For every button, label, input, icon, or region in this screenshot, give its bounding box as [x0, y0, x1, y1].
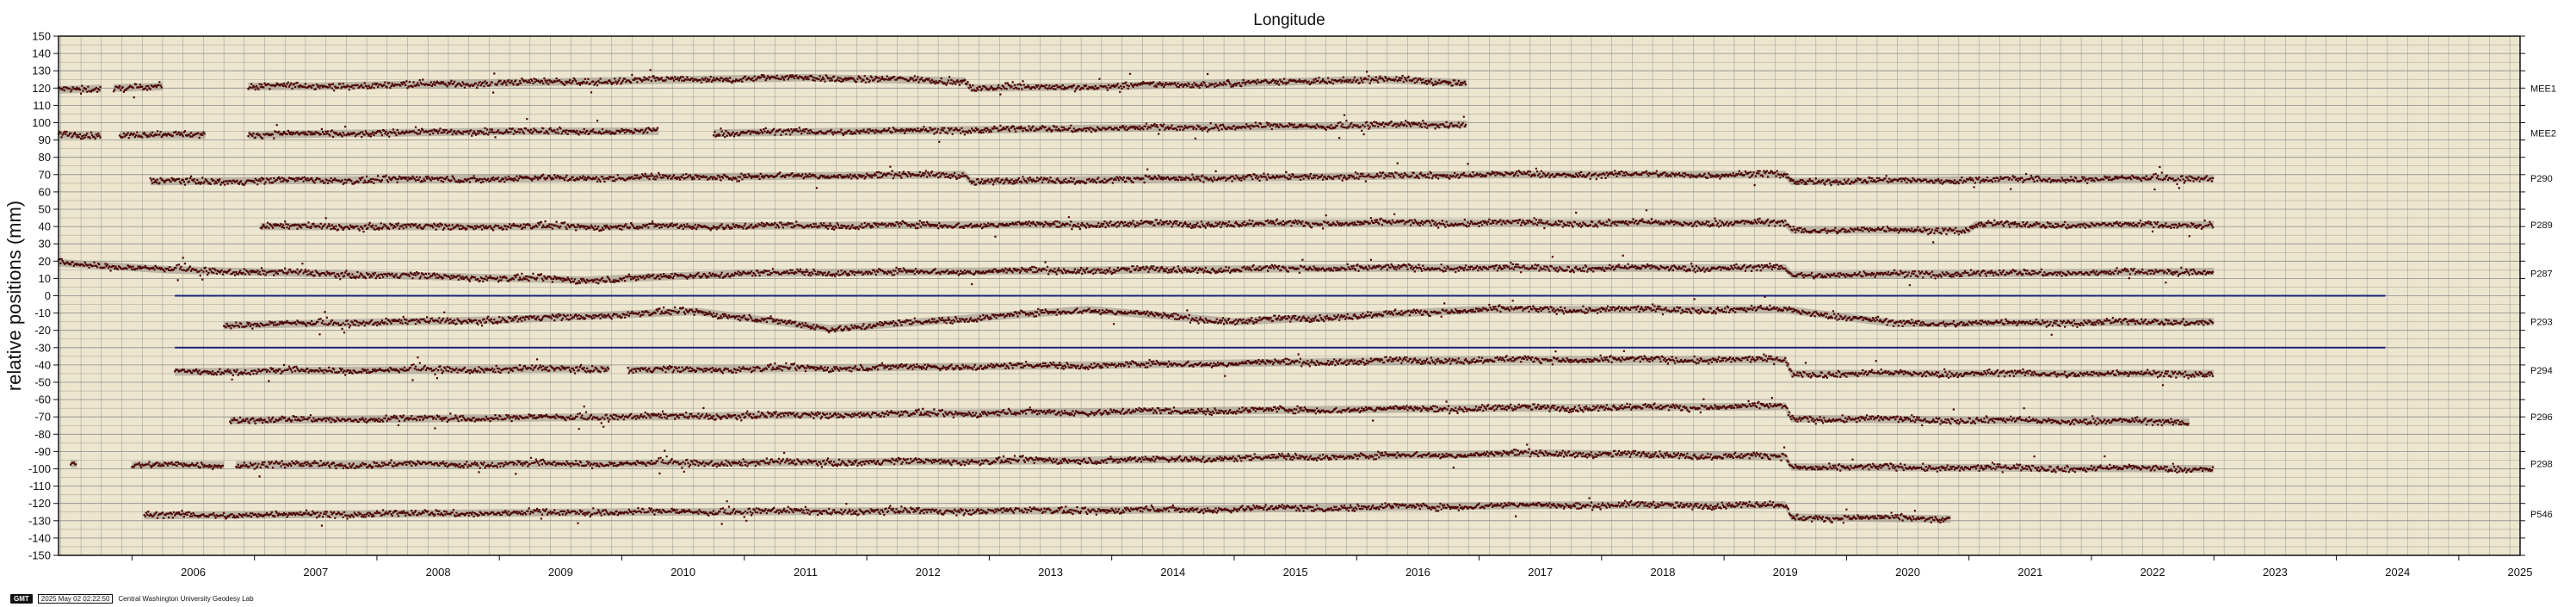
x-tick-label: 2013	[1038, 566, 1063, 579]
x-tick-label: 2022	[2140, 566, 2165, 579]
y-tick-label: 150	[32, 30, 51, 43]
x-tick-label: 2006	[181, 566, 206, 579]
gmt-logo: GMT	[10, 593, 33, 604]
site-label: P290	[2530, 174, 2553, 184]
footer: GMT 2025 May 02 02:22:50 Central Washing…	[10, 592, 254, 604]
x-tick-label: 2008	[426, 566, 451, 579]
x-tick-label: 2009	[548, 566, 573, 579]
y-tick-label: 40	[39, 220, 51, 233]
credit-text: Central Washington University Geodesy La…	[118, 594, 254, 603]
chart-title: Longitude	[1253, 11, 1325, 29]
x-tick-label: 2016	[1405, 566, 1430, 579]
y-tick-label: -70	[34, 411, 51, 424]
y-tick-label: 100	[32, 116, 51, 129]
y-tick-label: 10	[39, 272, 51, 285]
x-tick-label: 2012	[916, 566, 941, 579]
site-label: P289	[2530, 220, 2553, 231]
y-tick-label: 70	[39, 168, 51, 181]
y-tick-label: 130	[32, 65, 51, 77]
y-tick-label: -20	[34, 324, 51, 337]
y-tick-label: 120	[32, 82, 51, 95]
site-label: P298	[2530, 459, 2553, 469]
site-label: P296	[2530, 412, 2553, 423]
x-tick-label: 2007	[303, 566, 328, 579]
x-tick-label: 2024	[2385, 566, 2410, 579]
longitude-chart: MEE1 MEE2 P290 P289 P287 P293 P294 P296 P298 P546…	[3, 11, 2556, 579]
x-tick-label: 2010	[670, 566, 695, 579]
site-label: P546	[2530, 510, 2553, 520]
x-tick-label: 2020	[1895, 566, 1920, 579]
y-tick-label: -120	[28, 497, 51, 510]
y-tick-label: -50	[34, 376, 51, 389]
x-tick-label: 2017	[1528, 566, 1553, 579]
site-label: MEE2	[2530, 129, 2556, 139]
site-label: MEE1	[2530, 84, 2556, 94]
y-tick-label: -40	[34, 358, 51, 371]
y-tick-label: 110	[33, 99, 51, 112]
y-tick-label: 60	[39, 185, 51, 198]
y-tick-label: -10	[34, 307, 51, 319]
y-tick-label: -80	[34, 428, 51, 441]
x-tick-label: 2019	[1773, 566, 1798, 579]
y-tick-label: -130	[28, 514, 51, 527]
x-tick-label: 2025	[2508, 566, 2533, 579]
y-tick-label: 50	[39, 203, 51, 216]
x-tick-label: 2015	[1283, 566, 1308, 579]
x-tick-label: 2021	[2017, 566, 2042, 579]
site-label: P294	[2530, 366, 2553, 376]
y-tick-label: -140	[28, 531, 51, 544]
y-tick-label: 140	[32, 47, 51, 60]
x-tick-label: 2014	[1160, 566, 1185, 579]
y-tick-label: -60	[34, 393, 51, 406]
y-tick-label: -110	[29, 480, 51, 492]
y-axis-label: relative positions (mm)	[3, 201, 25, 391]
y-tick-label: -150	[28, 549, 51, 562]
y-tick-label: 80	[39, 151, 51, 164]
x-tick-label: 2018	[1651, 566, 1676, 579]
timestamp: 2025 May 02 02:22:50	[37, 593, 114, 604]
y-tick-label: -30	[34, 341, 51, 354]
y-tick-label: 90	[39, 133, 51, 146]
x-tick-label: 2011	[794, 566, 818, 579]
y-tick-label: -90	[34, 445, 51, 458]
y-tick-label: 20	[39, 255, 51, 268]
y-tick-label: 30	[39, 238, 51, 251]
x-tick-label: 2023	[2263, 566, 2288, 579]
site-label: P293	[2530, 318, 2553, 328]
site-label: P287	[2530, 269, 2553, 279]
y-tick-label: 0	[45, 289, 51, 302]
y-tick-label: -100	[28, 462, 51, 475]
